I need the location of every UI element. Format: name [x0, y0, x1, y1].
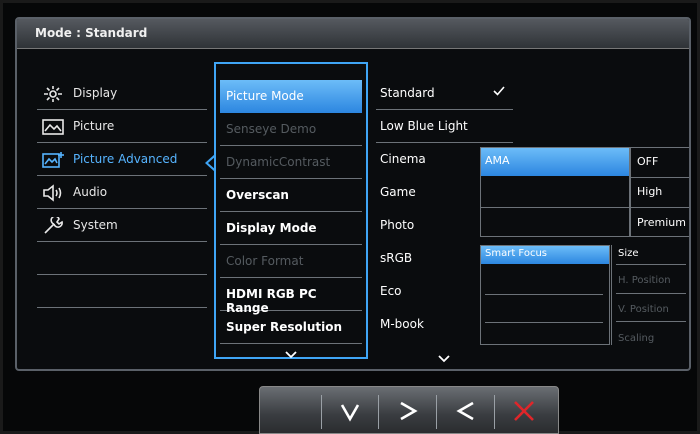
divider [616, 264, 686, 265]
smart-focus-header[interactable]: Smart Focus [481, 246, 609, 264]
divider [485, 294, 603, 295]
smart-focus-size[interactable]: Size [618, 248, 639, 259]
menu-item-label: System [73, 218, 118, 232]
option-label: Low Blue Light [380, 119, 468, 133]
submenu-item-label: Overscan [226, 188, 289, 202]
submenu-item-overscan[interactable]: Overscan [220, 179, 362, 212]
option-label: Photo [380, 218, 415, 232]
submenu-item-label: Display Mode [226, 221, 317, 235]
submenu-item-senseye-demo: Senseye Demo [220, 113, 362, 146]
option-label: sRGB [380, 251, 413, 265]
ama-header[interactable]: AMA [481, 148, 629, 176]
menu-item-label: Picture Advanced [73, 152, 178, 166]
option-label: Standard [380, 86, 435, 100]
divider [631, 207, 689, 208]
submenu-item-label: Super Resolution [226, 320, 343, 334]
chevron-left-icon[interactable] [448, 393, 484, 429]
divider [485, 322, 603, 323]
chevron-down-icon[interactable] [332, 393, 368, 429]
option-label: M-book [380, 317, 424, 331]
monitor-frame: Mode : Standard Display Picture Picture … [0, 0, 700, 434]
option-label: Game [380, 185, 416, 199]
option-low-blue-light[interactable]: Low Blue Light [376, 110, 513, 143]
smart-focus-h-position: H. Position [618, 275, 671, 286]
menu-empty-row [37, 242, 207, 275]
divider [321, 395, 322, 429]
smart-focus-title: Smart Focus [485, 248, 547, 259]
picture-advanced-icon [41, 151, 65, 169]
submenu-panel: Picture Mode Senseye Demo DynamicContras… [214, 62, 368, 359]
submenu-item-dynamic-contrast: DynamicContrast [220, 146, 362, 179]
menu-item-picture[interactable]: Picture [37, 110, 207, 143]
menu-item-label: Display [73, 86, 118, 100]
chevron-right-icon[interactable] [390, 393, 426, 429]
smart-focus-values: Size H. Position V. Position Scaling [611, 245, 689, 345]
ama-value-high[interactable]: High [637, 185, 662, 198]
control-key-bar [259, 386, 559, 434]
menu-item-display[interactable]: Display [37, 77, 207, 110]
ama-value-premium[interactable]: Premium [637, 216, 686, 229]
display-icon [41, 85, 65, 103]
submenu-item-hdmi-rgb-pc-range[interactable]: HDMI RGB PC Range [220, 278, 362, 315]
chevron-down-icon[interactable] [284, 345, 298, 359]
submenu-item-display-mode[interactable]: Display Mode [220, 212, 362, 245]
menu-item-audio[interactable]: Audio [37, 176, 207, 209]
smart-focus-scaling: Scaling [618, 333, 655, 344]
submenu-item-label: Picture Mode [226, 89, 304, 103]
smart-focus-v-position: V. Position [618, 304, 669, 315]
submenu-item-label: Color Format [226, 254, 304, 268]
menu-item-system[interactable]: System [37, 209, 207, 242]
submenu-item-super-resolution[interactable]: Super Resolution [220, 311, 362, 344]
mode-title: Mode : Standard [35, 26, 148, 40]
divider [494, 395, 495, 429]
chevron-down-icon[interactable] [437, 349, 451, 363]
submenu-item-label: DynamicContrast [226, 155, 331, 169]
check-icon [493, 86, 505, 96]
close-icon[interactable] [506, 393, 542, 429]
divider [481, 207, 629, 208]
menu-item-picture-advanced[interactable]: Picture Advanced [37, 143, 207, 176]
audio-icon [41, 184, 65, 202]
ama-popup: AMA [480, 147, 630, 237]
ama-value-off[interactable]: OFF [637, 155, 658, 168]
menu-item-label: Audio [73, 185, 108, 199]
ama-title: AMA [485, 154, 510, 167]
osd-title-bar: Mode : Standard [17, 19, 689, 49]
system-icon [41, 215, 65, 235]
submenu-item-color-format: Color Format [220, 245, 362, 278]
divider [616, 293, 686, 294]
menu-empty-row [37, 275, 207, 308]
option-standard[interactable]: Standard [376, 77, 513, 110]
ama-values: OFF High Premium [630, 147, 689, 237]
submenu-item-label: Senseye Demo [226, 122, 317, 136]
option-label: Eco [380, 284, 402, 298]
smart-focus-popup: Smart Focus [480, 245, 610, 345]
menu-item-label: Picture [73, 119, 115, 133]
picture-icon [41, 118, 65, 136]
divider [616, 321, 686, 322]
submenu-item-picture-mode[interactable]: Picture Mode [220, 80, 362, 113]
divider [436, 395, 437, 429]
divider [631, 177, 689, 178]
option-label: Cinema [380, 152, 426, 166]
osd-window: Mode : Standard Display Picture Picture … [15, 17, 691, 371]
divider [378, 395, 379, 429]
